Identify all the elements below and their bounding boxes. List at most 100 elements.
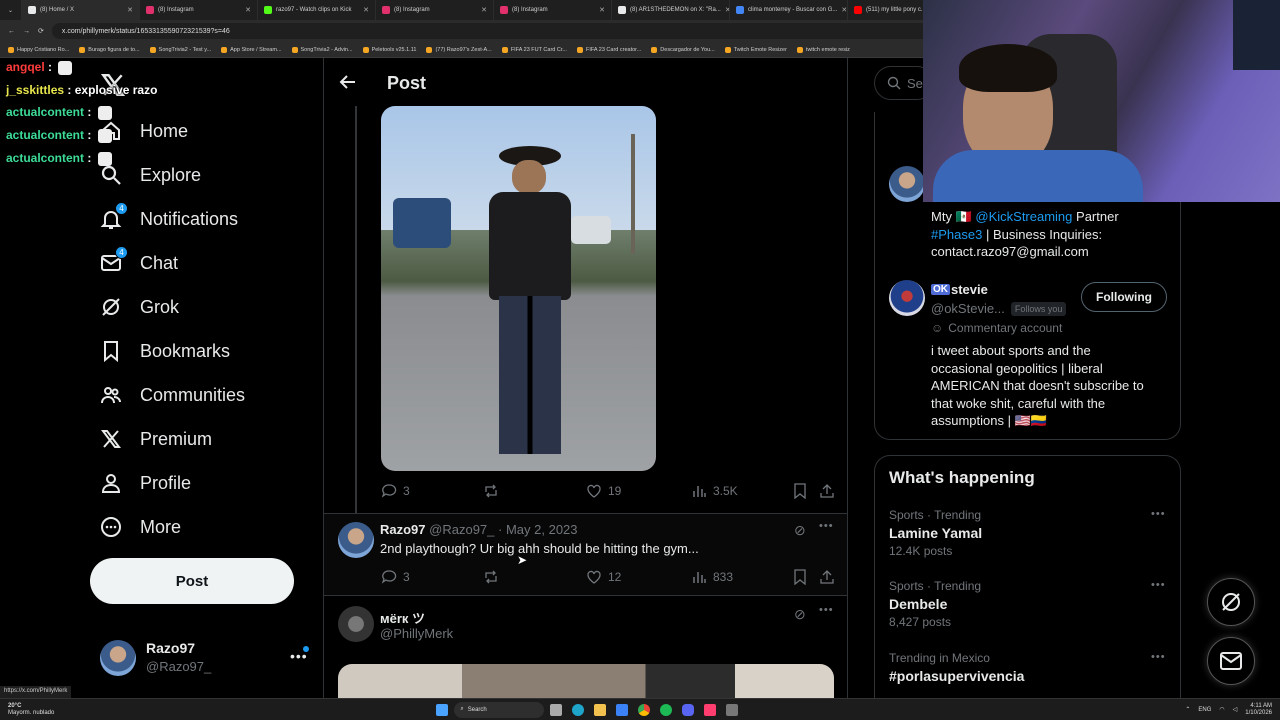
who-name[interactable]: stevie [951, 282, 988, 297]
bookmark-item[interactable]: App Store / Stream... [221, 46, 282, 53]
views-button[interactable]: 833 [691, 569, 733, 585]
app-icon-2[interactable] [726, 703, 739, 716]
edge-icon[interactable] [572, 703, 585, 716]
task-view-icon[interactable] [550, 703, 563, 716]
trend-item[interactable]: Sports · Trending Lamine Yamal 12.4K posts… [889, 508, 1169, 558]
reply-button[interactable]: 3 [381, 569, 410, 585]
following-button[interactable]: Following [1081, 282, 1167, 312]
bookmark-item[interactable]: FIFA 23 Card creator... [576, 46, 641, 53]
chrome-icon[interactable] [638, 703, 651, 716]
bio-hashtag-link[interactable]: #Phase3 [931, 227, 982, 242]
more-dots-icon[interactable]: ••• [819, 604, 834, 616]
browser-tab[interactable]: (8) Home / X ✕ [22, 0, 140, 20]
browser-tab[interactable]: (8) Instagram ✕ [376, 0, 494, 20]
bio-mention-link[interactable]: @KickStreaming [975, 209, 1072, 224]
trend-item[interactable]: Sports · Trending Dembele 8,427 posts ••• [889, 579, 1169, 629]
trend-item[interactable]: Trending in Mexico #porlasupervivencia ••• [889, 651, 1169, 687]
reload-icon[interactable]: ⟳ [38, 27, 44, 35]
folder-icon[interactable] [594, 703, 607, 716]
bookmark-item[interactable]: Twitch Emote Resizer [724, 46, 787, 53]
bookmark-item[interactable]: Peletools v25.1.11 [362, 46, 416, 53]
spotify-icon[interactable] [660, 703, 673, 716]
reply-author-handle[interactable]: @Razo97_ [429, 522, 494, 537]
language-indicator[interactable]: ENG [1198, 707, 1211, 713]
browser-tab[interactable]: razo97 - Watch clips on Kick ✕ [258, 0, 376, 20]
nav-item-home[interactable]: Home [100, 120, 188, 142]
bookmark-item[interactable]: (77) Razo97's Zest-A... [426, 46, 492, 53]
nav-item-explore[interactable]: Explore [100, 164, 201, 186]
clock[interactable]: 4:11 AM 1/10/2026 [1245, 703, 1272, 717]
close-icon[interactable]: ✕ [245, 6, 251, 14]
post-image[interactable] [381, 106, 656, 471]
browser-tab[interactable]: (8) Instagram ✕ [140, 0, 258, 20]
taskbar-search[interactable]: ⌕ Search [454, 701, 545, 718]
grok-icon[interactable]: ⊘ [794, 522, 806, 539]
bookmark-item[interactable]: FIFA 23 FUT Card Cr... [501, 46, 567, 53]
more-dots-icon[interactable]: ••• [1151, 508, 1166, 520]
share-button[interactable] [819, 569, 835, 585]
share-button[interactable] [819, 483, 835, 499]
close-icon[interactable]: ✕ [481, 6, 487, 14]
next-author-name[interactable]: мёrк ツ [380, 608, 425, 627]
favicon-icon [736, 6, 744, 14]
reply-author-name[interactable]: Razo97 [380, 522, 426, 537]
weather-widget[interactable]: 20°C Mayorm. nublado [8, 703, 54, 717]
reply-date[interactable]: · May 2, 2023 [498, 522, 578, 537]
avatar[interactable] [889, 166, 925, 202]
nav-item-chat[interactable]: 4 Chat [100, 246, 178, 274]
messages-button[interactable] [1207, 637, 1255, 685]
more-dots-icon[interactable]: ••• [1151, 579, 1166, 591]
forward-icon[interactable]: → [23, 28, 30, 35]
grok-button[interactable] [1207, 578, 1255, 626]
bookmark-item[interactable]: twitch emote resiz [796, 46, 850, 53]
repost-button[interactable] [483, 569, 499, 585]
discord-icon[interactable] [682, 703, 695, 716]
app-icon[interactable] [704, 703, 717, 716]
nav-item-grok[interactable]: Grok [100, 296, 179, 318]
more-dots-icon[interactable]: ••• [1151, 651, 1166, 663]
nav-item-more[interactable]: More [100, 516, 181, 538]
store-icon[interactable] [616, 703, 629, 716]
bookmark-item[interactable]: SongTrivia2 - Advin... [291, 46, 353, 53]
post-button[interactable]: Post [90, 558, 294, 604]
nav-item-communities[interactable]: Communities [100, 384, 245, 406]
browser-tab[interactable]: clima monterrey - Buscar con G... ✕ [730, 0, 848, 20]
windows-start-icon[interactable] [436, 703, 449, 716]
next-tweet[interactable]: мёrк ツ @PhillyMerk ⊘ ••• [324, 595, 847, 704]
reply-button[interactable]: 3 [381, 483, 410, 499]
bookmark-item[interactable]: Happy Cristiano Ro... [8, 46, 69, 53]
chevron-up-icon[interactable]: ⌃ [1185, 706, 1190, 713]
account-switcher[interactable]: Razo97 @Razo97_ ••• [100, 638, 310, 678]
browser-tab[interactable]: (8) AR1STHEDEMON on X: "Ra...✕ [612, 0, 730, 20]
bookmark-item[interactable]: Burago figura de to... [79, 46, 140, 53]
like-button[interactable]: 19 [586, 483, 621, 499]
close-icon[interactable]: ✕ [599, 6, 605, 14]
next-author-handle[interactable]: @PhillyMerk [380, 626, 453, 641]
close-icon[interactable]: ✕ [127, 6, 133, 14]
nav-item-bookmarks[interactable]: Bookmarks [100, 340, 230, 362]
more-dots-icon[interactable]: ••• [819, 520, 834, 532]
repost-button[interactable] [483, 483, 499, 499]
bookmark-item[interactable]: Descargador de You... [651, 46, 715, 53]
close-icon[interactable]: ✕ [841, 6, 847, 14]
nav-item-premium[interactable]: Premium [100, 428, 212, 450]
avatar[interactable] [889, 280, 925, 316]
bookmark-button[interactable] [793, 483, 807, 499]
bookmark-button[interactable] [793, 569, 807, 585]
like-button[interactable]: 12 [586, 569, 621, 585]
nav-item-notifications[interactable]: 4 Notifications [100, 202, 238, 230]
close-icon[interactable]: ✕ [363, 6, 369, 14]
reply-tweet[interactable]: Razo97 @Razo97_ · May 2, 2023 2nd playth… [324, 513, 847, 595]
back-arrow-icon[interactable] [338, 72, 358, 92]
nav-item-profile[interactable]: Profile [100, 472, 191, 494]
wifi-icon[interactable]: ◠ [1219, 706, 1224, 713]
volume-icon[interactable]: ◁ [1233, 706, 1238, 713]
who-handle[interactable]: @okStevie... [931, 301, 1005, 316]
grok-icon[interactable]: ⊘ [794, 606, 806, 623]
back-icon[interactable]: ← [8, 28, 15, 35]
bookmark-item[interactable]: SongTrivia2 - Test y... [149, 46, 211, 53]
bookmark-favicon-icon [362, 46, 369, 53]
views-button[interactable]: 3.5K [691, 483, 738, 499]
browser-tab[interactable]: (8) Instagram ✕ [494, 0, 612, 20]
tab-list-button[interactable]: ⌄ [0, 0, 22, 20]
